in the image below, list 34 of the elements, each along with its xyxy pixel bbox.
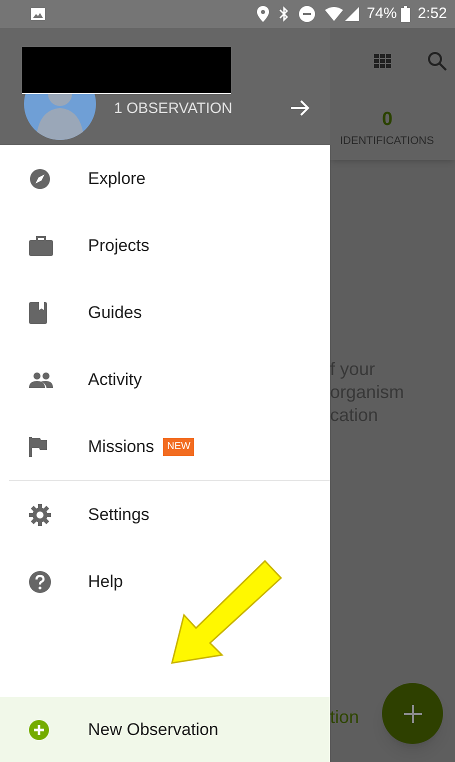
book-icon	[29, 302, 47, 324]
menu-item-label: New Observation	[88, 718, 218, 741]
do-not-disturb-icon	[298, 6, 315, 22]
add-circle-icon	[29, 720, 49, 740]
action-label: tion	[330, 706, 360, 729]
search-button[interactable]	[427, 51, 447, 71]
compass-icon	[29, 168, 51, 190]
battery-level: 74%	[366, 4, 397, 24]
drawer-menu-item[interactable]: New Observation	[0, 697, 330, 762]
menu-item-label: Guides	[88, 302, 142, 324]
briefcase-icon	[29, 236, 53, 256]
menu-item-label: Explore	[88, 168, 146, 190]
identifications-count: 0	[382, 108, 393, 132]
wifi-icon	[324, 7, 343, 21]
help-icon	[29, 570, 51, 592]
observation-count: 1 OBSERVATION	[114, 99, 232, 119]
plus-icon	[402, 704, 422, 724]
menu-item-label: Settings	[88, 504, 150, 526]
menu-item-label: Activity	[88, 368, 142, 391]
menu-item-label: Help	[88, 570, 123, 593]
location-icon	[256, 6, 269, 22]
clock-time: 2:52	[418, 4, 447, 24]
settings-icon	[29, 504, 51, 526]
signal-icon	[344, 7, 359, 21]
menu-item-label: Missions	[88, 436, 154, 458]
menu-item-label: Projects	[88, 234, 150, 257]
flag-icon	[29, 436, 47, 456]
people-icon	[29, 372, 53, 388]
bluetooth-icon	[278, 6, 289, 22]
grid-view-button[interactable]	[374, 54, 392, 68]
image-icon	[30, 7, 46, 21]
identifications-tab-label: IDENTIFICATIONS	[340, 134, 434, 149]
new-badge: NEW	[163, 438, 194, 456]
battery-icon	[400, 6, 410, 22]
